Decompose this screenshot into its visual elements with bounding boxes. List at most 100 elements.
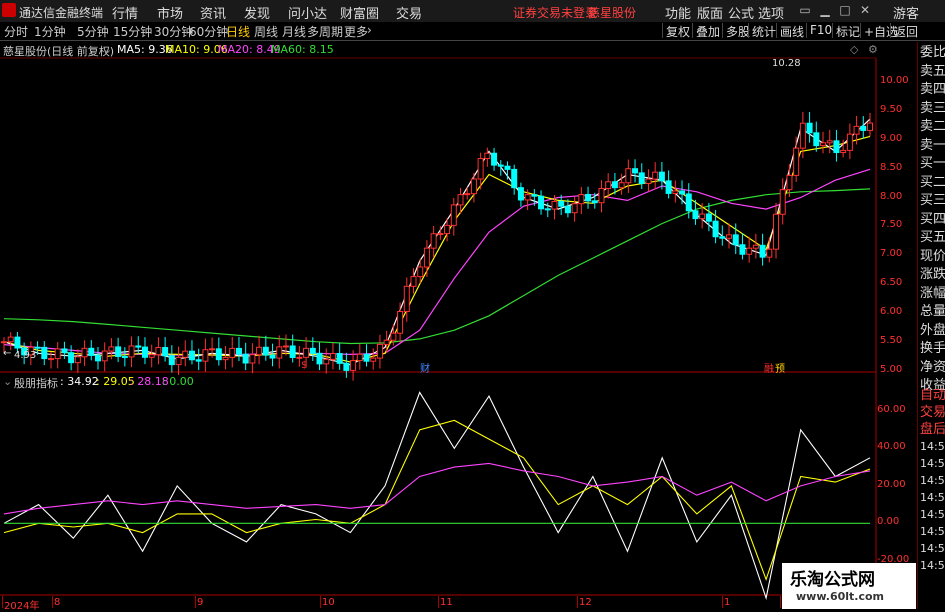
price-axis-tick: 6.50 <box>880 277 903 289</box>
price-axis-tick: 7.50 <box>880 219 903 231</box>
candle-body <box>531 194 538 197</box>
menu-ask[interactable]: 问小达 <box>288 3 327 22</box>
candle-body <box>202 349 209 362</box>
price-axis-tick: 7.00 <box>880 248 903 260</box>
date-axis-tick-mark <box>577 596 578 608</box>
btn-multi-stock[interactable]: 多股 <box>722 23 750 39</box>
candle-body <box>457 194 464 206</box>
candle-body <box>625 168 632 184</box>
candle-body <box>497 164 504 167</box>
indicator-axis-tick: 0.00 <box>877 516 900 528</box>
menu-trade[interactable]: 交易 <box>396 3 422 22</box>
btn-draw[interactable]: 画线 <box>776 23 804 39</box>
candle-body <box>470 178 477 195</box>
candle-body <box>752 244 759 249</box>
menu-options[interactable]: 选项 <box>758 3 784 22</box>
period-intraday[interactable]: 分时 <box>4 23 28 40</box>
stock-name-header: 慈星股份 <box>588 6 637 20</box>
date-axis-tick-mark <box>438 596 439 608</box>
btn-overlay[interactable]: 叠加 <box>692 23 720 39</box>
login-alert[interactable]: 证券交易未登录 <box>513 4 597 21</box>
candle-body <box>423 247 430 268</box>
candle-body <box>141 346 148 358</box>
menu-layout[interactable]: 版面 <box>697 3 723 22</box>
btn-adjust[interactable]: 复权 <box>662 23 690 39</box>
chevron-right-icon[interactable]: › <box>367 23 372 37</box>
period-more[interactable]: 更多 <box>344 23 368 40</box>
high-annotation: 10.28 <box>772 58 801 69</box>
candle-body <box>115 346 122 357</box>
side-panel-label-2: 自动 <box>920 388 945 403</box>
candle-body <box>256 346 263 356</box>
btn-stats[interactable]: 统计 <box>748 23 776 39</box>
candle-body <box>477 158 484 180</box>
minimize-icon[interactable]: ▁ <box>817 2 833 18</box>
candle-body <box>269 354 276 359</box>
period-1min[interactable]: 1分钟 <box>34 23 66 40</box>
candle-body <box>806 122 813 134</box>
candle-body <box>61 348 68 354</box>
candle-body <box>820 142 827 147</box>
close-icon[interactable]: ✕ <box>857 2 873 18</box>
price-axis-tick: 9.00 <box>880 132 903 144</box>
candle-body <box>336 353 343 364</box>
period-30min[interactable]: 30分钟 <box>154 23 193 40</box>
marker-finance[interactable]: 财 <box>420 360 430 375</box>
period-monthly[interactable]: 月线 <box>282 23 306 40</box>
candle-body <box>672 190 679 194</box>
candle-body <box>54 348 61 360</box>
candle-body <box>638 172 645 184</box>
watermark-url: www.60lt.com <box>796 590 885 603</box>
candle-body <box>705 213 712 222</box>
side-panel-label-2: 14:56 <box>920 440 945 453</box>
side-panel-label-2: 盘后 <box>920 422 945 437</box>
marker-forecast[interactable]: 预 <box>775 360 785 375</box>
candle-body <box>235 347 242 355</box>
side-panel-label: 外盘 <box>920 322 945 338</box>
marker-margin[interactable]: 融 <box>764 360 774 375</box>
menu-formula[interactable]: 公式 <box>728 3 754 22</box>
date-axis-tick-mark <box>320 596 321 608</box>
candle-body <box>779 189 786 215</box>
period-multi[interactable]: 多周期 <box>307 23 343 40</box>
candle-body <box>121 355 128 358</box>
period-15min[interactable]: 15分钟 <box>113 23 152 40</box>
period-daily[interactable]: 日线 <box>226 23 250 40</box>
menu-market[interactable]: 市场 <box>157 3 183 22</box>
chart-area[interactable] <box>0 40 917 609</box>
price-axis-tick: 8.50 <box>880 161 903 173</box>
period-5min[interactable]: 5分钟 <box>77 23 109 40</box>
menu-wealth[interactable]: 财富圈 <box>340 3 379 22</box>
candle-body <box>558 200 565 207</box>
menu-discover[interactable]: 发现 <box>244 3 270 22</box>
menu-quotes[interactable]: 行情 <box>112 3 138 22</box>
candle-body <box>88 347 95 356</box>
btn-back[interactable]: 返回 <box>890 23 918 39</box>
user-label[interactable]: 游客 <box>893 3 919 22</box>
candle-body <box>34 346 41 349</box>
side-panel-label: 买三 <box>920 193 945 208</box>
menu-icon[interactable]: ▭ <box>797 2 813 18</box>
period-60min[interactable]: 60分钟 <box>189 23 228 40</box>
menu-function[interactable]: 功能 <box>665 3 691 22</box>
candle-body <box>329 353 336 360</box>
candle-body <box>578 194 585 205</box>
menu-news[interactable]: 资讯 <box>200 3 226 22</box>
marker-dollar[interactable]: $ <box>301 360 307 371</box>
candle-body <box>383 339 390 345</box>
candle-body <box>719 236 726 239</box>
candle-body <box>813 132 820 147</box>
candle-body <box>276 346 283 359</box>
candle-body <box>564 205 571 214</box>
maximize-icon[interactable]: □ <box>837 2 853 18</box>
candle-body <box>867 122 873 131</box>
candle-body <box>168 355 175 366</box>
candle-body <box>410 276 417 287</box>
side-panel-label: 买一 <box>920 156 945 171</box>
candle-body <box>397 311 404 334</box>
candle-body <box>793 147 800 176</box>
btn-f10[interactable]: F10 <box>806 23 832 38</box>
btn-mark[interactable]: 标记 <box>832 23 860 39</box>
period-weekly[interactable]: 周线 <box>254 23 278 40</box>
candle-body <box>598 187 605 204</box>
